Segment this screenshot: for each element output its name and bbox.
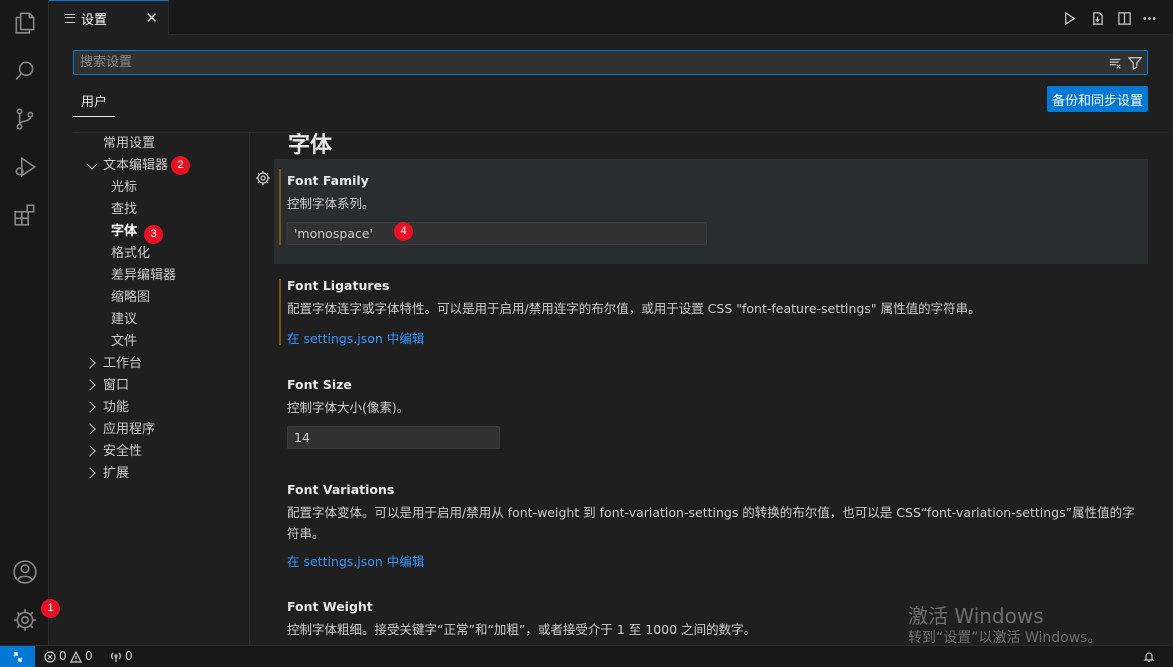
problems-errors[interactable]: 0 [44,646,67,667]
chevron-down-icon[interactable] [86,158,98,170]
callout-badge-1: 1 [41,599,60,618]
setting-font-family: Font Family 控制字体系列。 [274,159,1148,264]
tab-settings-label: 设置 [81,12,108,28]
broadcast-icon [111,652,121,662]
filter-icon[interactable] [1127,55,1143,71]
toc-item-font[interactable]: 字体 [111,221,137,243]
callout-badge-4: 4 [394,222,413,241]
chevron-right-icon[interactable] [84,467,96,479]
settings-toc: 常用设置 文本编辑器 光标 查找 字体 格式化 差异编辑器 缩略图 建议 文件 … [73,133,249,645]
setting-title: Font Ligatures [287,278,390,293]
toc-item-features[interactable]: 功能 [103,397,129,419]
setting-description: 配置字体连字或字体特性。可以是用于启用/禁用连字的布尔值，或用于设置 CSS "… [287,301,981,316]
setting-title: Font Weight [287,599,373,614]
chevron-right-icon[interactable] [84,401,96,413]
open-settings-json-icon[interactable] [1087,8,1107,28]
toc-item-text-editor[interactable]: 文本编辑器 [103,155,168,177]
extensions-icon[interactable] [0,192,49,238]
section-title: 字体 [288,133,333,158]
toc-item-window[interactable]: 窗口 [103,375,129,397]
callout-badge-3: 3 [144,225,163,244]
setting-title: Font Family [287,173,369,188]
setting-font-variations: Font Variations 配置字体变体。可以是用于启用/禁用从 font-… [274,469,1148,584]
tab-settings[interactable]: 设置 ✕ [49,0,169,35]
error-count: 0 [59,649,67,663]
toc-item-minimap[interactable]: 缩略图 [111,287,150,309]
warning-icon [70,650,82,663]
problems-warnings[interactable]: 0 [70,646,93,667]
toc-item-common[interactable]: 常用设置 [103,133,155,155]
settings-list-icon [65,13,75,23]
setting-font-ligatures: Font Ligatures 配置字体连字或字体特性。可以是用于启用/禁用连字的… [274,264,1148,364]
search-icon[interactable] [0,48,49,94]
callout-badge-2: 2 [171,156,190,175]
chevron-right-icon[interactable] [84,423,96,435]
edit-in-settings-json-link[interactable]: 在 settings.json 中编辑 [287,551,424,570]
modified-indicator [279,169,281,245]
warning-count: 0 [85,649,93,663]
setting-gear-icon[interactable] [255,170,271,186]
toc-item-suggestions[interactable]: 建议 [111,309,137,331]
toc-item-files[interactable]: 文件 [111,331,137,353]
editor-tab-bar: 设置 ✕ [49,0,1173,35]
toc-item-find[interactable]: 查找 [111,199,137,221]
split-editor-icon[interactable] [1114,8,1134,28]
setting-description: 控制字体系列。 [287,196,375,211]
setting-description: 配置字体变体。可以是用于启用/禁用从 font-weight 到 font-va… [287,505,1135,541]
chevron-right-icon[interactable] [84,445,96,457]
close-icon[interactable]: ✕ [145,9,158,27]
setting-description: 控制字体大小(像素)。 [287,400,410,415]
activity-bar [0,0,49,645]
source-control-icon[interactable] [0,96,49,142]
ports-count: 0 [125,649,133,663]
activation-watermark-subtitle: 转到“设置”以激活 Windows。 [908,630,1102,646]
font-family-input[interactable] [287,222,707,245]
backup-sync-button[interactable]: 备份和同步设置 [1047,86,1148,112]
toc-item-application[interactable]: 应用程序 [103,419,155,441]
modified-indicator [279,279,281,345]
setting-title: Font Variations [287,482,395,497]
chevron-right-icon[interactable] [84,379,96,391]
settings-content: 字体 Font Family 控制字体系列。 Font Ligatures 配置… [250,133,1173,645]
more-actions-icon[interactable] [1139,8,1159,28]
chevron-right-icon[interactable] [84,357,96,369]
ports-status[interactable]: 0 [110,646,133,667]
toc-item-formatting[interactable]: 格式化 [111,243,150,265]
run-debug-icon[interactable] [0,144,49,190]
activation-watermark-title: 激活 Windows [908,604,1044,628]
accounts-icon[interactable] [0,549,49,595]
toc-item-diff-editor[interactable]: 差异编辑器 [111,265,176,287]
toc-item-security[interactable]: 安全性 [103,441,142,463]
toc-item-workbench[interactable]: 工作台 [103,353,142,375]
tab-user-scope[interactable]: 用户 [73,91,116,117]
toc-item-extensions[interactable]: 扩展 [103,463,129,485]
setting-font-size: Font Size 控制字体大小(像素)。 [274,364,1148,464]
edit-in-settings-json-link[interactable]: 在 settings.json 中编辑 [287,328,424,347]
run-icon[interactable] [1059,8,1079,28]
clear-filter-icon[interactable] [1107,55,1123,71]
explorer-icon[interactable] [0,0,49,46]
font-size-input[interactable] [287,426,500,449]
settings-search-input[interactable] [78,51,1098,74]
remote-indicator-icon[interactable] [0,646,35,667]
status-bar: 0 0 0 [0,645,1173,667]
notifications-bell-icon[interactable] [1143,646,1158,667]
settings-search-box [73,50,1148,75]
error-icon [44,650,56,663]
setting-title: Font Size [287,377,352,392]
toc-item-cursor[interactable]: 光标 [111,177,137,199]
